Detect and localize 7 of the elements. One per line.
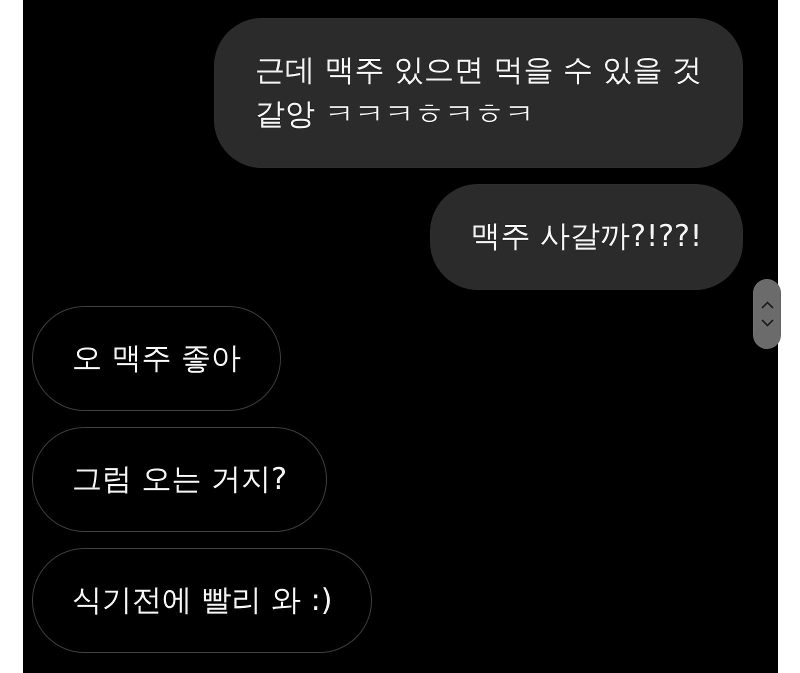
chevron-up-icon[interactable] (760, 301, 774, 309)
sent-message-bubble: 근데 맥주 있으면 먹을 수 있을 것 같앙 ㅋㅋㅋㅎㅋㅎㅋ (214, 18, 743, 168)
received-message-bubble: 그럼 오는 거지? (32, 427, 327, 532)
sent-message-bubble: 맥주 사갈까?!??! (430, 184, 743, 290)
received-message-bubble: 오 맥주 좋아 (32, 306, 282, 411)
chevron-down-icon[interactable] (760, 319, 774, 327)
received-message-bubble: 식기전에 빨리 와 :) (32, 548, 372, 653)
